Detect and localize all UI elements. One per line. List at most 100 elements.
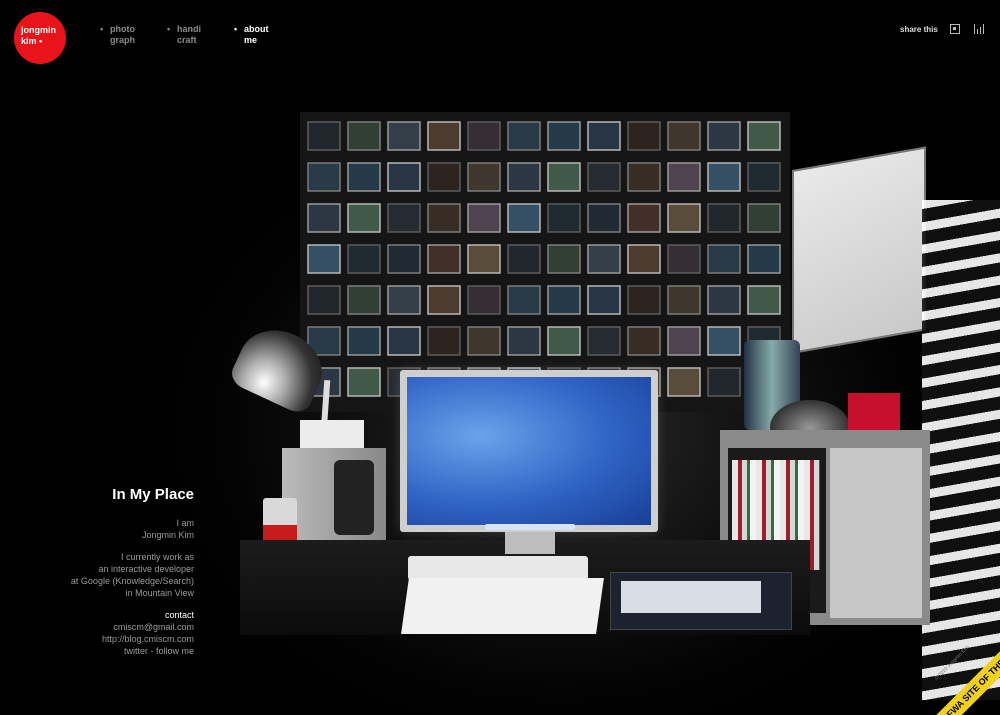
wall-photo	[427, 244, 461, 274]
nav-label-line1: about	[244, 24, 269, 34]
nav-label-line2: me	[244, 35, 258, 45]
work-line: in Mountain View	[125, 588, 194, 598]
wall-photo	[667, 367, 701, 397]
wall-photo	[307, 121, 341, 151]
wall-photo	[507, 162, 541, 192]
share-this-link[interactable]: share this	[900, 25, 938, 34]
monitor-stand	[505, 532, 555, 554]
wall-photo	[307, 244, 341, 274]
photo-wall	[300, 112, 790, 412]
wall-photo	[427, 285, 461, 315]
wall-photo	[307, 203, 341, 233]
wall-photo	[387, 244, 421, 274]
about-panel: In My Place I am Jongmin Kim I currently…	[71, 486, 194, 657]
email-link[interactable]: cmiscm@gmail.com	[71, 621, 194, 633]
wall-photo	[467, 203, 501, 233]
copyright-text: © 2010 Jongmin Kim	[933, 644, 971, 682]
wall-photo	[707, 285, 741, 315]
open-book	[401, 578, 604, 634]
logo-line2: kim •	[21, 36, 43, 46]
page-title: In My Place	[112, 486, 194, 503]
nav-about-me[interactable]: • about me	[234, 24, 269, 46]
square-dot-icon[interactable]	[950, 24, 960, 34]
wall-photo	[627, 121, 661, 151]
intro-line: Jongmin Kim	[141, 530, 194, 540]
wall-photo	[387, 326, 421, 356]
fwa-badge[interactable]: © 2010 Jongmin Kim FWA SITE OF THE DAY	[925, 640, 1000, 715]
keyboard	[408, 556, 588, 580]
nav-handicraft[interactable]: • handi craft	[167, 24, 201, 46]
nav-photograph[interactable]: • photo graph	[100, 24, 136, 46]
wall-photo	[587, 285, 621, 315]
nav-label-line2: craft	[177, 35, 197, 45]
wall-photo	[627, 326, 661, 356]
wall-photo	[707, 244, 741, 274]
wall-photo	[747, 203, 781, 233]
computer-monitor	[400, 370, 658, 532]
wall-photo	[667, 326, 701, 356]
bullet-icon: •	[100, 24, 104, 34]
wall-photo	[587, 203, 621, 233]
wall-photo	[507, 326, 541, 356]
bullet-icon: •	[167, 24, 171, 34]
wall-photo	[347, 367, 381, 397]
nav-label-line1: handi	[177, 24, 201, 34]
wall-photo	[667, 285, 701, 315]
wall-photo	[387, 285, 421, 315]
wall-photo	[467, 244, 501, 274]
wall-photo	[427, 162, 461, 192]
wall-photo	[627, 203, 661, 233]
logo-line1: jongmin	[21, 25, 56, 35]
wall-photo	[547, 162, 581, 192]
wall-photo	[747, 162, 781, 192]
wall-photo	[747, 285, 781, 315]
site-logo[interactable]: jongmin kim •	[14, 12, 66, 64]
wall-photo	[347, 162, 381, 192]
wall-photo	[587, 326, 621, 356]
work-line: I currently work as	[120, 552, 194, 562]
wall-photo	[387, 203, 421, 233]
wall-photo	[387, 162, 421, 192]
wall-photo	[467, 162, 501, 192]
wall-photo	[627, 244, 661, 274]
photo-grid	[307, 121, 781, 397]
wall-photo	[547, 285, 581, 315]
wall-photo	[347, 326, 381, 356]
wall-photo	[507, 285, 541, 315]
wall-photo	[467, 285, 501, 315]
wall-photo	[627, 285, 661, 315]
monitor-screen	[407, 377, 651, 525]
wall-photo	[707, 121, 741, 151]
wall-photo	[507, 203, 541, 233]
wall-photo	[427, 121, 461, 151]
whiteboard	[792, 146, 926, 354]
work-line: an interactive developer	[98, 564, 194, 574]
wall-photo	[307, 162, 341, 192]
wall-photo	[427, 326, 461, 356]
striped-curtain	[922, 200, 1000, 700]
wall-photo	[347, 244, 381, 274]
wall-photo	[667, 244, 701, 274]
wall-photo	[667, 162, 701, 192]
wall-photo	[587, 121, 621, 151]
wall-photo	[387, 121, 421, 151]
nav-label-line2: graph	[110, 35, 136, 45]
wall-photo	[547, 244, 581, 274]
contact-heading: contact	[164, 610, 194, 620]
wall-photo	[427, 203, 461, 233]
wall-photo	[467, 121, 501, 151]
wall-photo	[307, 285, 341, 315]
bar-chart-icon[interactable]	[974, 24, 984, 34]
wall-photo	[587, 244, 621, 274]
wall-photo	[347, 203, 381, 233]
wall-photo	[547, 203, 581, 233]
blog-link[interactable]: http://blog.cmiscm.com	[71, 633, 194, 645]
wall-photo	[547, 326, 581, 356]
intro-line: I am	[176, 518, 194, 528]
wall-photo	[507, 244, 541, 274]
wall-photo	[707, 367, 741, 397]
twitter-link[interactable]: twitter - follow me	[71, 645, 194, 657]
bullet-icon: •	[234, 24, 238, 34]
wall-photo	[547, 121, 581, 151]
dock	[485, 524, 575, 530]
